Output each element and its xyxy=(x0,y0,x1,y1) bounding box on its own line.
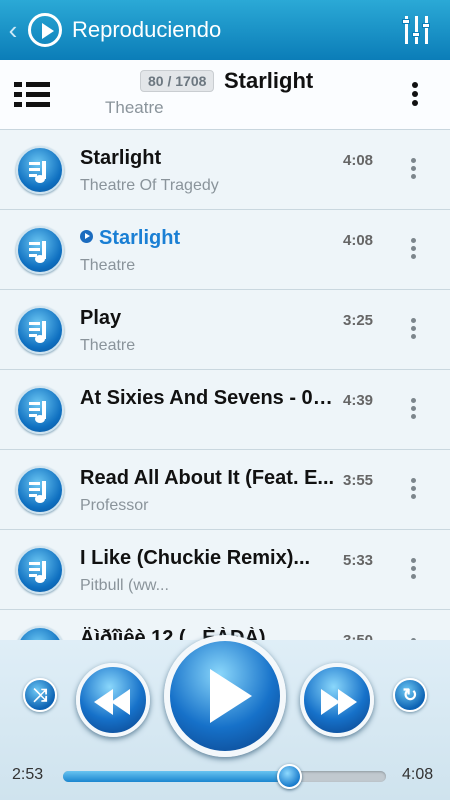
song-options-icon[interactable] xyxy=(411,478,417,502)
shuffle-button[interactable]: ⤨ xyxy=(23,678,57,712)
music-note-icon xyxy=(16,546,64,594)
song-title: Read All About It (Feat. E... xyxy=(80,467,335,489)
previous-button[interactable] xyxy=(76,663,150,737)
song-title: At Sixies And Sevens - 09... xyxy=(80,387,335,409)
back-icon[interactable]: ‹ xyxy=(2,15,24,46)
seek-progress xyxy=(63,771,290,782)
song-duration: 4:08 xyxy=(343,232,374,249)
playlist-icon[interactable] xyxy=(14,82,50,108)
song-duration: 3:50 xyxy=(343,632,373,640)
song-row[interactable]: Starlight Theatre Of Tragedy 4:08 xyxy=(0,130,450,210)
song-duration: 5:33 xyxy=(343,552,374,569)
music-note-icon xyxy=(16,466,64,514)
song-options-icon[interactable] xyxy=(411,158,417,182)
music-note-icon xyxy=(16,386,64,434)
music-note-icon xyxy=(16,306,64,354)
song-title: Starlight xyxy=(80,227,335,250)
now-playing-title: Starlight xyxy=(224,68,314,93)
song-title: Starlight xyxy=(80,147,162,169)
track-counter: 80 / 1708 xyxy=(140,70,215,92)
music-note-icon xyxy=(16,146,64,194)
next-button[interactable] xyxy=(300,663,374,737)
song-row[interactable]: Read All About It (Feat. E... Professor 3:… xyxy=(0,450,450,530)
song-options-icon[interactable] xyxy=(411,318,417,342)
song-artist: Theatre xyxy=(80,257,136,274)
music-note-icon xyxy=(16,626,64,640)
seek-bar[interactable] xyxy=(63,764,386,789)
song-options-icon[interactable] xyxy=(411,238,417,262)
now-playing-artist: Theatre xyxy=(105,98,164,117)
song-list[interactable]: Starlight Theatre Of Tragedy 4:08 Starlight… xyxy=(0,130,450,640)
more-options-icon[interactable] xyxy=(412,82,418,109)
now-playing-icon[interactable] xyxy=(28,13,62,47)
song-row[interactable]: I Like (Chuckie Remix)... Pitbull (ww... 5… xyxy=(0,530,450,610)
song-row[interactable]: Starlight Theatre 4:08 xyxy=(0,210,450,290)
song-options-icon[interactable] xyxy=(411,398,417,422)
song-duration: 4:08 xyxy=(343,152,374,169)
song-row[interactable]: Play Theatre 3:25 xyxy=(0,290,450,370)
playing-indicator-icon xyxy=(80,230,93,243)
song-duration: 3:55 xyxy=(343,472,374,489)
song-artist: Pitbull (ww... xyxy=(80,577,169,594)
play-button[interactable] xyxy=(164,635,286,757)
song-duration: 4:39 xyxy=(343,392,374,409)
equalizer-icon[interactable] xyxy=(402,14,432,46)
song-title: I Like (Chuckie Remix)... xyxy=(80,547,311,569)
top-bar: ‹ Reproduciendo xyxy=(0,0,450,60)
elapsed-time: 2:53 xyxy=(12,766,44,783)
screen-title: Reproduciendo xyxy=(72,17,222,42)
repeat-button[interactable]: ↻ xyxy=(393,678,427,712)
song-title: Play xyxy=(80,307,122,329)
song-duration: 3:25 xyxy=(343,312,374,329)
song-artist: Professor xyxy=(80,497,149,514)
song-artist: Theatre Of Tragedy xyxy=(80,177,219,194)
total-time: 4:08 xyxy=(402,766,434,783)
now-playing-header: 80 / 1708 Starlight Theatre xyxy=(0,60,450,130)
music-note-icon xyxy=(16,226,64,274)
song-row[interactable]: At Sixies And Sevens - 09... 4:39 xyxy=(0,370,450,450)
seek-thumb[interactable] xyxy=(277,764,303,789)
music-player-app: ‹ Reproduciendo 80 / 1708 Starlight Thea… xyxy=(0,0,450,800)
song-options-icon[interactable] xyxy=(411,558,417,582)
song-artist: Theatre xyxy=(80,337,136,354)
player-controls: ⤨ ↻ 2:53 4:08 xyxy=(0,635,450,800)
